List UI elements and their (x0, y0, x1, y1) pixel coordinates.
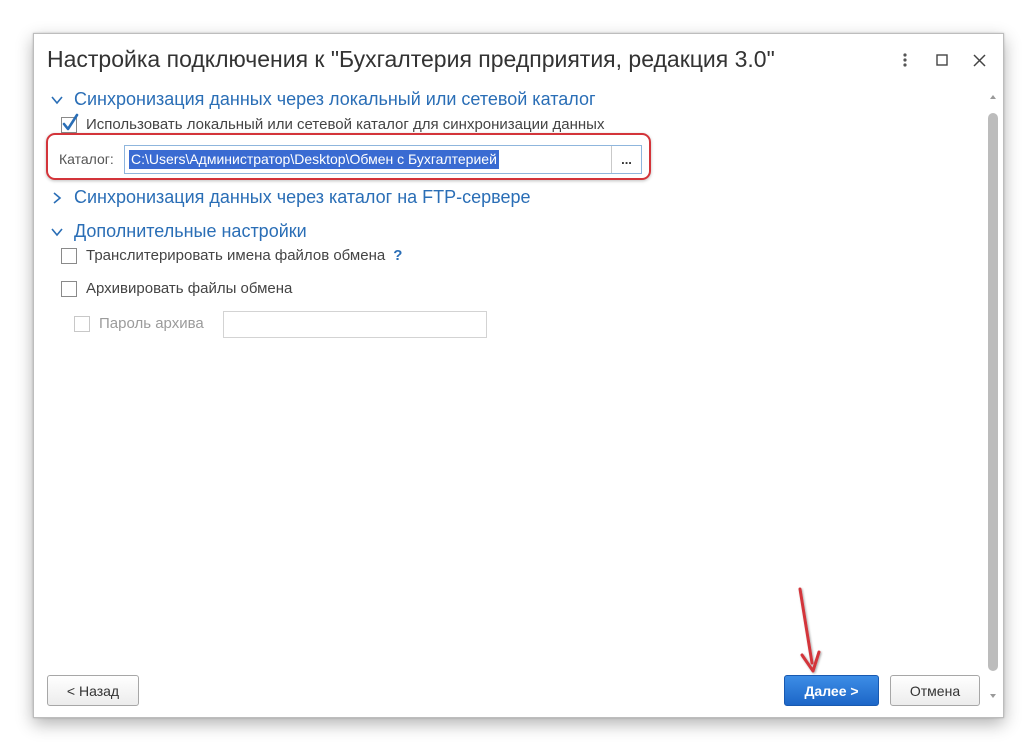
section-local-sync-title: Синхронизация данных через локальный или… (74, 89, 596, 109)
dialog-title: Настройка подключения к "Бухгалтерия пре… (47, 46, 775, 72)
catalog-label: Каталог: (59, 151, 114, 167)
section-local-sync-header[interactable]: Синхронизация данных через локальный или… (50, 89, 596, 110)
screen: Настройка подключения к "Бухгалтерия пре… (0, 0, 1035, 750)
scroll-up-icon[interactable] (987, 92, 999, 102)
archive-password-input (223, 311, 487, 338)
use-local-catalog-checkbox[interactable] (61, 113, 79, 133)
transliterate-label: Транслитерировать имена файлов обмена (86, 247, 386, 264)
archive-label: Архивировать файлы обмена (86, 280, 293, 297)
chevron-down-icon (51, 227, 63, 236)
chevron-right-icon (53, 191, 62, 204)
section-ftp-sync-header[interactable]: Синхронизация данных через каталог на FT… (50, 187, 531, 208)
checkmark-icon (62, 113, 79, 130)
vertical-dots-icon (903, 53, 907, 67)
maximize-icon (936, 54, 948, 66)
archive-password-checkbox (74, 315, 90, 332)
use-local-catalog-label: Использовать локальный или сетевой катал… (86, 116, 605, 133)
close-button[interactable] (968, 49, 990, 71)
help-icon[interactable]: ? (393, 247, 402, 264)
connection-settings-dialog: Настройка подключения к "Бухгалтерия пре… (33, 33, 1004, 718)
red-arrow-annotation (798, 587, 821, 673)
archive-option[interactable]: Архивировать файлы обмена (61, 280, 292, 297)
use-local-catalog-option[interactable]: Использовать локальный или сетевой катал… (61, 113, 605, 133)
scroll-down-icon[interactable] (987, 691, 999, 701)
back-button[interactable]: < Назад (47, 675, 139, 706)
archive-checkbox[interactable] (61, 280, 77, 297)
archive-password-label: Пароль архива (99, 315, 204, 332)
transliterate-checkbox[interactable] (61, 247, 77, 264)
catalog-path-value[interactable]: C:\Users\Администратор\Desktop\Обмен с Б… (129, 150, 499, 169)
transliterate-option[interactable]: Транслитерировать имена файлов обмена ? (61, 247, 402, 264)
cancel-button[interactable]: Отмена (890, 675, 980, 706)
chevron-down-icon (51, 95, 63, 104)
vertical-scrollbar[interactable] (988, 113, 998, 671)
maximize-button[interactable] (931, 49, 953, 71)
section-extra-settings-title: Дополнительные настройки (74, 221, 307, 241)
archive-password-option: Пароль архива (74, 315, 204, 332)
browse-catalog-button[interactable]: ... (611, 146, 641, 173)
catalog-path-input[interactable]: C:\Users\Администратор\Desktop\Обмен с Б… (124, 145, 642, 174)
more-menu-button[interactable] (894, 49, 916, 71)
close-icon (972, 53, 986, 67)
section-ftp-sync-title: Синхронизация данных через каталог на FT… (74, 187, 531, 207)
section-extra-settings-header[interactable]: Дополнительные настройки (50, 221, 307, 242)
